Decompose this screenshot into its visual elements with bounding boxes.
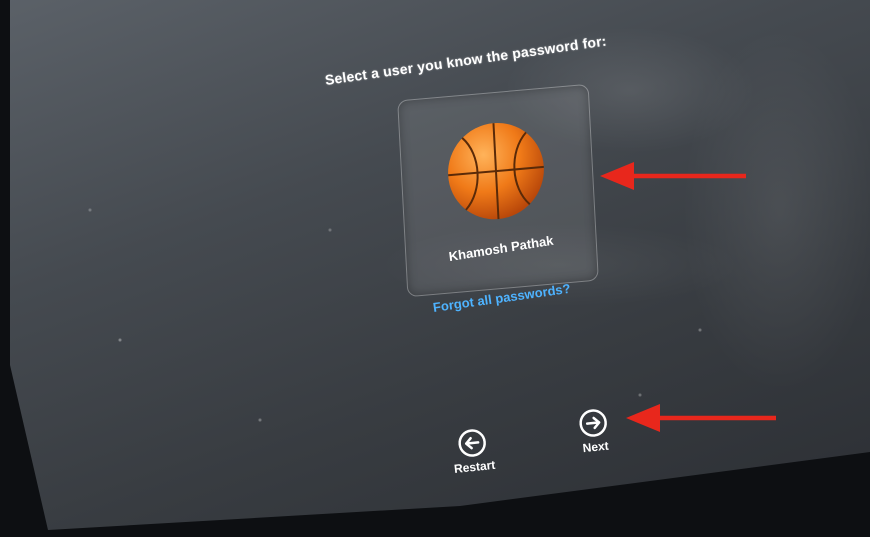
next-button[interactable]: Next [560, 405, 628, 457]
photo-frame: Select a user you know the password for:… [0, 0, 870, 537]
arrow-left-circle-icon [458, 429, 486, 457]
basketball-icon [448, 122, 544, 220]
user-tile[interactable]: Khamosh Pathak [397, 83, 599, 298]
login-screen: Select a user you know the password for:… [10, 0, 870, 530]
restart-label: Restart [453, 457, 496, 477]
user-name: Khamosh Pathak [447, 232, 555, 265]
login-prompt: Select a user you know the password for: [323, 32, 608, 88]
arrow-right-circle-icon [579, 409, 607, 437]
restart-button[interactable]: Restart [436, 424, 510, 477]
next-label: Next [581, 438, 610, 456]
